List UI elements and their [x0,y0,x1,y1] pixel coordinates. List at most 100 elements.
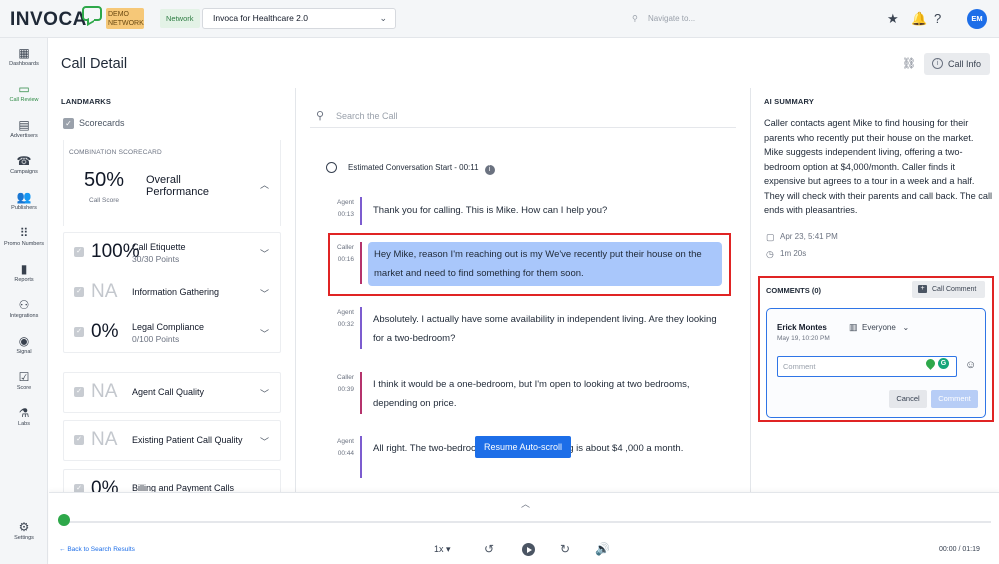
pin-icon[interactable] [924,357,937,370]
network-select-value: Invoca for Healthcare 2.0 [213,13,308,23]
calendar-icon: ▢ [766,232,775,242]
call-info-label: Call Info [948,59,982,69]
resume-auto-scroll-button[interactable]: Resume Auto-scroll [475,436,571,458]
info-icon: i [932,58,943,69]
comment-composer: Erick Montes May 19, 10:20 PM ▥ Everyone… [766,308,986,418]
scorecard-name: Agent Call Quality [132,387,205,397]
submit-comment-button[interactable]: Comment [931,390,978,408]
nav-publishers[interactable]: 👥 Publishers [0,190,48,224]
call-search-placeholder: Search the Call [336,111,398,121]
chevron-down-icon[interactable]: ﹀ [260,327,269,340]
playback-track[interactable] [63,521,991,523]
landmarks-heading: LANDMARKS [61,97,112,106]
forward-icon[interactable]: ↻ [560,542,570,556]
scorecard-row[interactable]: ✓ NA Agent Call Quality ﹀ [64,373,282,413]
navigate-search-input[interactable]: ⚲ Navigate to... [632,12,812,26]
call-date: ▢ Apr 23, 5:41 PM [766,232,838,242]
overall-performance-label: Overall Performance [146,174,209,198]
speaker-label: Caller [337,374,354,381]
publishers-icon: 👥 [16,190,32,204]
nav-settings[interactable]: ⚙ Settings [0,520,48,554]
call-comment-button[interactable]: + Call Comment [912,281,985,298]
nav-campaigns[interactable]: ☎ Campaigns [0,154,48,188]
scorecard-row[interactable]: ✓ 0% Billing and Payment Calls [64,470,282,492]
speaker-label: Caller [337,244,354,251]
visibility-value: Everyone [862,323,896,332]
chevron-up-icon[interactable]: ︿ [521,497,530,510]
chevron-down-icon[interactable]: ﹀ [260,387,269,400]
network-label: Network [160,9,200,28]
scorecard-row[interactable]: ✓ 0% Legal Compliance 0/100 Points ﹀ [64,313,282,353]
scorecard-row[interactable]: ✓ 100% Call Etiquette 30/30 Points ﹀ [64,233,282,273]
nav-promo-numbers[interactable]: ⠿ Promo Numbers [0,226,48,260]
volume-icon[interactable]: 🔊 [595,542,610,556]
call-search-input[interactable]: ⚲ Search the Call [310,106,736,128]
scorecard-group: ✓ NA Existing Patient Call Quality ﹀ [63,420,281,461]
playback-handle[interactable] [58,514,70,526]
turn-speaker: Caller 00:16 [326,242,354,266]
nav-label: Publishers [11,205,37,211]
summary-panel: AI SUMMARY Caller contacts agent Mike to… [752,88,999,492]
turn-text: Thank you for calling. This is Mike. How… [373,205,608,216]
transcript-turn[interactable]: Agent 00:13 Thank you for calling. This i… [326,197,746,225]
cancel-button[interactable]: Cancel [889,390,927,408]
page-title: Call Detail [61,56,128,72]
scorecards-toggle[interactable]: ✓ Scorecards [63,118,125,129]
nav-signal[interactable]: ◉ Signal [0,334,48,368]
nav-call-review[interactable]: ▭ Call Review [0,82,48,116]
call-score-label: Call Score [89,197,119,204]
search-icon: ⚲ [316,110,325,122]
scorecard-row[interactable]: ✓ NA Information Gathering ﹀ [64,273,282,313]
nav-integrations[interactable]: ⚇ Integrations [0,298,48,332]
scorecard-name: Legal Compliance [132,322,205,332]
back-to-search-label: Back to Search Results [67,546,135,553]
turn-text: I think it would be a one-bedroom, but I… [373,379,690,409]
link-icon[interactable]: ⛓ [902,57,916,70]
chevron-down-icon[interactable]: ﹀ [260,287,269,300]
nav-labs[interactable]: ⚗ Labs [0,406,48,440]
bell-icon[interactable]: 🔔 [911,11,927,27]
transcript-turn[interactable]: Caller 00:16 Hey Mike, reason I'm reachin… [326,242,746,286]
agent-bar [360,307,362,349]
chevron-down-icon[interactable]: ﹀ [260,247,269,260]
transcript-turn[interactable]: Agent 00:32 Absolutely. I actually have s… [326,307,746,349]
scorecard-row[interactable]: ✓ NA Existing Patient Call Quality ﹀ [64,421,282,461]
chevron-up-icon[interactable]: ︿ [260,178,269,191]
comment-input[interactable]: Comment G [777,356,957,377]
visibility-select[interactable]: ▥ Everyone ⌄ [849,322,910,332]
checkbox-icon: ✓ [74,247,84,257]
rewind-icon[interactable]: ↺ [484,542,494,556]
transcript-turn[interactable]: Caller 00:39 I think it would be a one-be… [326,372,746,414]
speed-select[interactable]: 1x ▾ [434,544,451,555]
help-icon[interactable]: ? [934,11,941,27]
call-date-text: Apr 23, 5:41 PM [780,232,838,241]
scorecard-name: Call Etiquette [132,242,186,252]
combination-scorecard-heading: COMBINATION SCORECARD [69,149,162,156]
star-icon[interactable]: ★ [887,11,899,27]
play-button[interactable] [522,543,535,556]
chevron-down-icon: ⌄ [898,323,910,332]
nav-advertisers[interactable]: ▤ Advertisers [0,118,48,152]
turn-time: 00:13 [337,211,354,218]
emoji-icon[interactable]: ☺ [965,359,976,371]
info-icon[interactable]: i [484,165,495,175]
back-to-search-link[interactable]: ← Back to Search Results [59,546,135,553]
nav-score[interactable]: ☑ Score [0,370,48,404]
scorecard-group: ✓ 100% Call Etiquette 30/30 Points ﹀ ✓ N… [63,232,281,353]
scorecard-points: 0/100 Points [132,334,180,344]
nav-reports[interactable]: ▮ Reports [0,262,48,296]
grammarly-icon[interactable]: G [938,358,949,369]
chevron-down-icon: ⌄ [379,13,387,23]
scorecard-points: 30/30 Points [132,254,180,264]
chevron-down-icon[interactable]: ﹀ [260,435,269,448]
user-avatar[interactable]: EM [967,9,987,29]
network-select[interactable]: Invoca for Healthcare 2.0 ⌄ [202,8,396,29]
call-review-icon: ▭ [18,82,30,96]
turn-text-highlighted: Hey Mike, reason I'm reaching out is my … [368,242,722,286]
integrations-icon: ⚇ [18,298,30,312]
combination-scorecard[interactable]: COMBINATION SCORECARD 50% Call Score Ove… [63,140,281,226]
invoca-logo[interactable]: INVOCA [10,9,87,31]
nav-label: Advertisers [10,133,38,139]
call-info-button[interactable]: i Call Info [924,53,990,75]
nav-dashboards[interactable]: ▦ Dashboards [0,46,48,80]
